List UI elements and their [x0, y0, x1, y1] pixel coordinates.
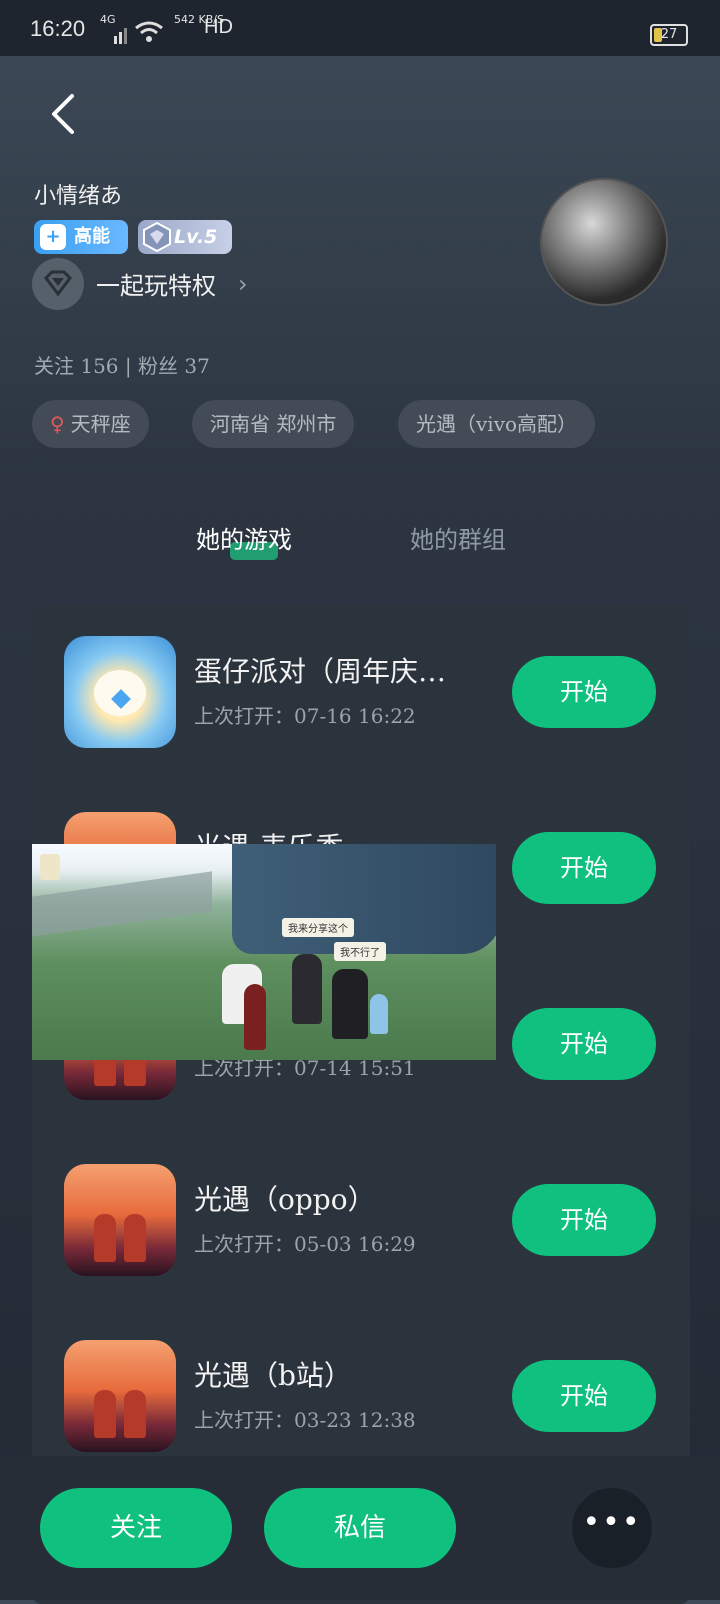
floating-video-window[interactable]: 我来分享这个 我不行了	[32, 844, 496, 1060]
video-character	[292, 954, 322, 1024]
game-last-open: 上次打开：07-16 16:22	[194, 704, 416, 728]
video-caption: 我不行了	[334, 942, 386, 961]
badge-high-label: 高能	[74, 226, 110, 247]
privilege-link[interactable]: 一起玩特权	[96, 266, 216, 301]
status-bar: 16:20 4G 542 KB/S HD 27	[0, 0, 720, 56]
battery-level: 27	[660, 27, 678, 42]
game-title: 光遇（oppo）	[194, 1183, 376, 1216]
plus-icon: +	[40, 224, 66, 250]
video-heart-badge-icon	[40, 854, 60, 880]
start-button[interactable]: 开始	[512, 1360, 656, 1432]
game-icon-eggy-party[interactable]	[64, 636, 176, 748]
tag-zodiac: ♀ 天秤座	[32, 400, 149, 448]
message-button[interactable]: 私信	[264, 1488, 456, 1568]
start-button[interactable]: 开始	[512, 656, 656, 728]
game-title: 光遇（b站）	[194, 1359, 352, 1392]
video-scene-rock	[232, 844, 496, 954]
avatar[interactable]	[540, 178, 668, 306]
follow-stats[interactable]: 关注 156 | 粉丝 37	[34, 350, 210, 379]
hd-indicator: HD	[204, 16, 233, 38]
start-button[interactable]: 开始	[512, 1008, 656, 1080]
game-icon-sky-oppo[interactable]	[64, 1164, 176, 1276]
start-button[interactable]: 开始	[512, 832, 656, 904]
tag-location: 河南省 郑州市	[192, 400, 355, 448]
game-last-open: 上次打开：05-03 16:29	[194, 1232, 416, 1256]
video-character	[244, 984, 266, 1050]
game-last-open: 上次打开：03-23 12:38	[194, 1408, 416, 1432]
diamond-icon[interactable]	[32, 258, 84, 310]
tab-her-groups[interactable]: 她的群组	[410, 520, 506, 555]
badge-high-energy[interactable]: + 高能	[34, 220, 128, 254]
badge-level-label: Lv.5	[174, 226, 218, 248]
badge-level[interactable]: Lv.5	[138, 220, 232, 254]
game-icon-sky-bilibili[interactable]	[64, 1340, 176, 1452]
start-button[interactable]: 开始	[512, 1184, 656, 1256]
tag-zodiac-label: 天秤座	[70, 412, 131, 436]
back-arrow-icon[interactable]	[44, 92, 88, 136]
signal-icon	[114, 28, 127, 44]
status-time: 16:20	[30, 16, 86, 41]
chevron-right-icon[interactable]: ›	[238, 270, 248, 298]
level-hexagon-icon	[143, 222, 171, 252]
games-card	[32, 604, 690, 1604]
wifi-icon	[135, 21, 163, 42]
female-icon: ♀	[50, 412, 65, 436]
video-scene-path	[32, 871, 212, 937]
video-character	[370, 994, 388, 1034]
user-name: 小情绪あ	[34, 184, 123, 209]
video-caption: 我来分享这个	[282, 918, 354, 937]
battery-icon: 27	[650, 24, 688, 46]
game-title: 蛋仔派对（周年庆…	[194, 655, 447, 688]
tab-her-games[interactable]: 她的游戏	[196, 520, 292, 555]
tag-game: 光遇（vivo高配）	[398, 400, 596, 448]
more-icon[interactable]: •••	[572, 1488, 652, 1568]
video-character	[332, 969, 368, 1039]
follow-button[interactable]: 关注	[40, 1488, 232, 1568]
network-indicator: 4G	[100, 13, 116, 26]
